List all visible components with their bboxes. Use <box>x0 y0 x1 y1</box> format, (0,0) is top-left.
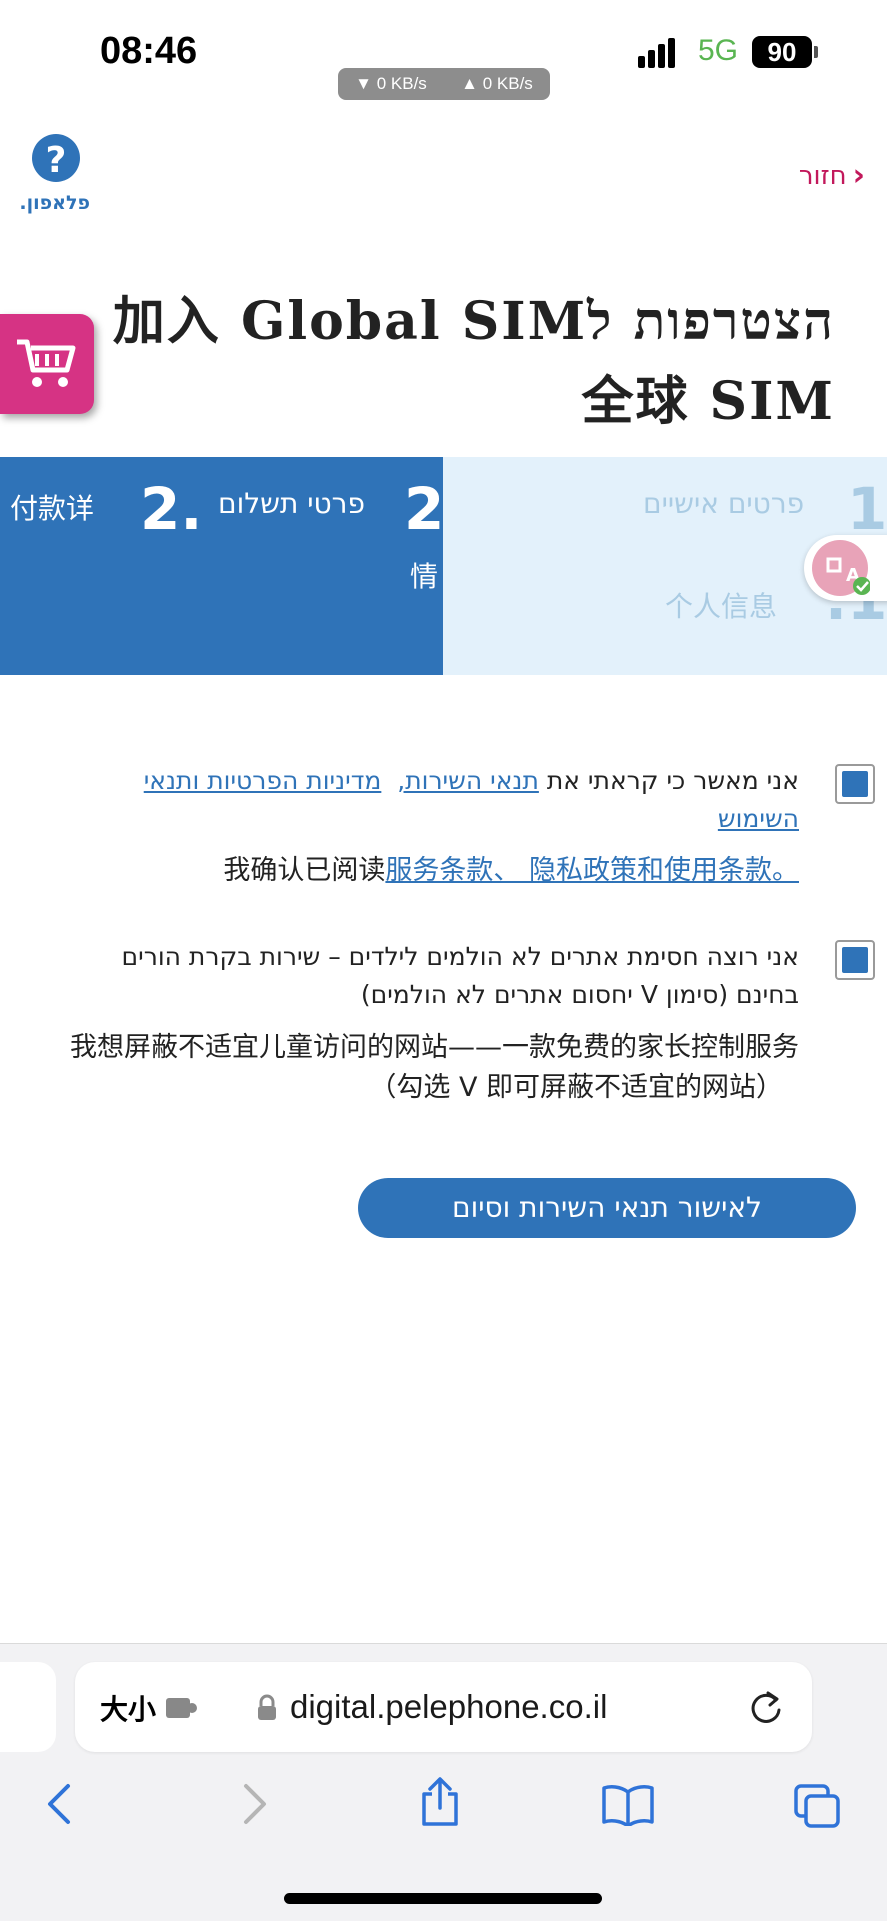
lock-icon <box>258 1694 276 1720</box>
svg-text:?: ? <box>46 140 67 181</box>
text-size-label: 大小 <box>100 1693 157 1726</box>
step-payment-label-zh-cont: 情 <box>410 560 439 593</box>
terms-zh-suffix: 。 <box>772 855 799 886</box>
parental-zh-line-1: 我想屏蔽不适宜儿童访问的网站——一款免费的家长控制服务 <box>70 1032 799 1063</box>
download-speed: ▼ 0 KB/s <box>355 74 427 93</box>
battery-icon: 90 <box>752 36 812 68</box>
terms-of-service-link[interactable]: תנאי השירות, <box>397 766 539 795</box>
cart-button[interactable] <box>0 314 94 414</box>
step-payment-number: 2 <box>404 475 445 543</box>
terms-prefix: אני מאשר כי קראתי את <box>538 766 799 795</box>
network-speed: ▼ 0 KB/s ▲ 0 KB/s <box>338 68 550 100</box>
cart-icon <box>17 339 76 387</box>
page-title: הצטרפות ל加入 Global SIM 全球 SIM <box>15 282 835 442</box>
previous-tab-preview[interactable] <box>0 1662 56 1752</box>
parental-text-he: אני רוצה חסימת אתרים לא הולמים לילדים – … <box>39 938 799 1014</box>
step-payment-number-zh: 2. <box>140 475 203 543</box>
parental-he-line-1: אני רוצה חסימת אתרים לא הולמים לילדים – … <box>121 942 799 971</box>
translate-icon: A <box>812 540 871 596</box>
logo-text: פלאפון. <box>19 192 90 214</box>
extension-icon[interactable] <box>164 1694 198 1722</box>
parental-he-line-2: בחינם (סימון V יחסום אתרים לא הולמים) <box>360 980 799 1009</box>
step-payment-label-zh: 付款详 <box>10 492 95 525</box>
confirm-terms-button[interactable]: לאישור תנאי השירות וסיום <box>358 1178 856 1238</box>
step-personal-number: 1 <box>847 475 887 543</box>
status-time: 08:46 <box>100 30 198 72</box>
back-label: חזור <box>798 160 847 191</box>
battery-tip <box>814 46 818 58</box>
terms-zh-link[interactable]: 服务条款、 隐私政策和使用条款 <box>385 855 772 886</box>
network-type: 5G <box>698 34 739 67</box>
step-personal-label-he: פרטים אישיים <box>643 487 805 520</box>
parental-checkbox-check <box>842 947 868 973</box>
terms-checkbox[interactable] <box>835 764 875 804</box>
chevron-left-icon: ‹ <box>852 158 865 193</box>
pelephone-logo[interactable]: ? פלאפון. <box>19 132 90 214</box>
logo-icon: ? <box>32 134 80 182</box>
title-line-2: 全球 SIM <box>581 371 835 432</box>
terms-checkbox-check <box>842 771 868 797</box>
terms-zh-prefix: 我确认已阅读 <box>223 855 386 886</box>
share-icon[interactable] <box>418 1776 462 1828</box>
step-payment-label-he: פרטי תשלום <box>218 487 365 520</box>
step-indicator: 2 פרטי תשלום 2. 付款详 情 1 פרטים אישיים 个人信… <box>0 457 887 675</box>
bookmarks-icon[interactable] <box>600 1782 656 1826</box>
home-indicator <box>284 1893 602 1904</box>
reload-icon[interactable] <box>748 1688 784 1726</box>
step-personal-label-zh: 个人信息 <box>665 590 778 623</box>
step-payment: 2 פרטי תשלום 2. 付款详 情 <box>0 457 445 675</box>
parental-control-checkbox[interactable] <box>835 940 875 980</box>
parental-zh-line-2: （勾选 V 即可屏蔽不适宜的网站） <box>369 1072 783 1103</box>
tabs-icon[interactable] <box>792 1782 842 1830</box>
terms-text-zh: 我确认已阅读服务条款、 隐私政策和使用条款。 <box>79 851 799 891</box>
url-text[interactable]: digital.pelephone.co.il <box>290 1688 607 1726</box>
forward-nav-icon[interactable] <box>236 1782 272 1826</box>
text-size-button[interactable]: 大小 <box>100 1688 156 1728</box>
parental-text-zh: 我想屏蔽不适宜儿童访问的网站——一款免费的家长控制服务 （勾选 V 即可屏蔽不适… <box>9 1028 799 1108</box>
signal-icon <box>638 38 675 68</box>
translate-button[interactable]: A <box>804 535 887 601</box>
upload-speed: ▲ 0 KB/s <box>461 74 533 93</box>
title-line-1: הצטרפות ל加入 Global SIM <box>112 291 835 352</box>
terms-text-he: אני מאשר כי קראתי את תנאי השירות, מדיניו… <box>79 762 799 838</box>
back-nav-icon[interactable] <box>42 1782 78 1826</box>
back-link[interactable]: ‹ חזור <box>799 158 865 193</box>
